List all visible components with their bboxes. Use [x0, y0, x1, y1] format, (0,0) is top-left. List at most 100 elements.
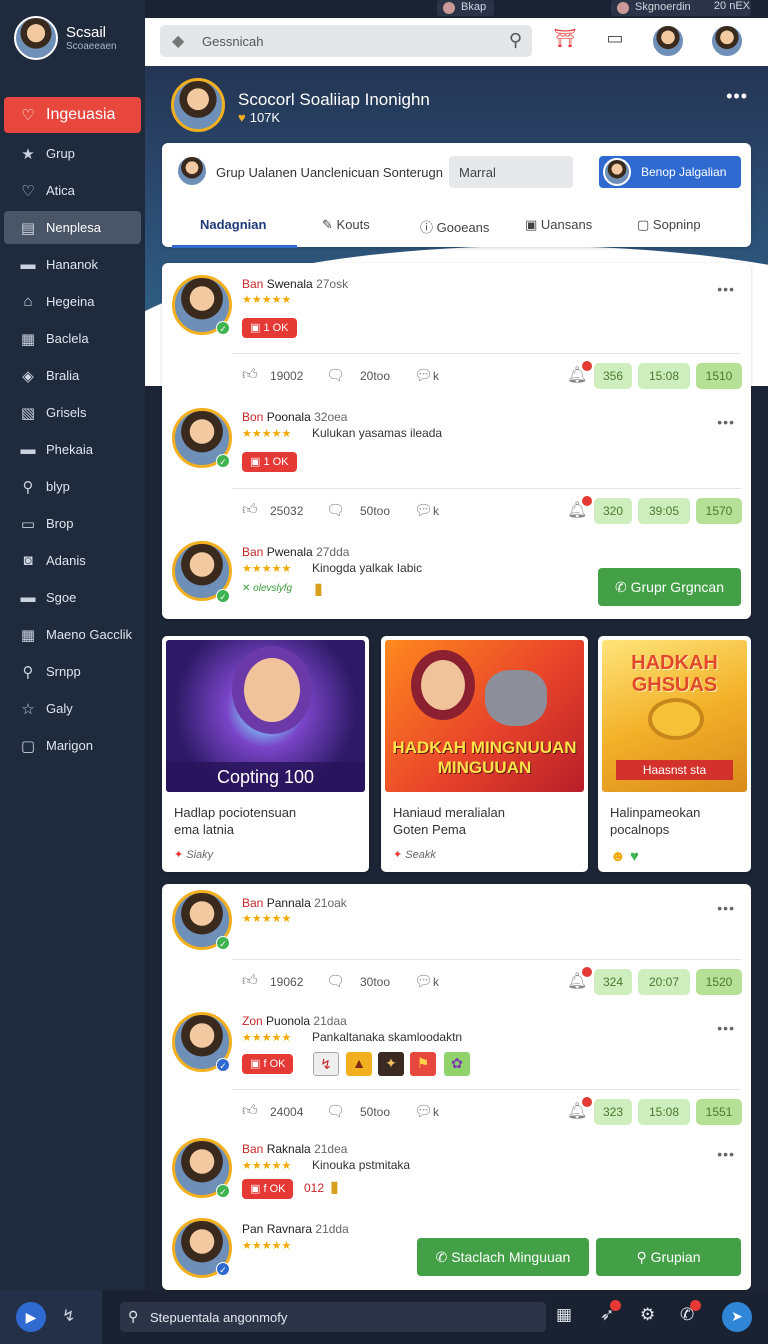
group-avatar: [171, 78, 225, 132]
bell-icon[interactable]: 🔔︎: [567, 1097, 593, 1121]
sidebar-item-15[interactable]: ⚲ Srnpp: [4, 655, 141, 688]
like-icon[interactable]: 👍︎: [242, 366, 258, 384]
tab-nadagnian[interactable]: Nadagnian: [200, 217, 266, 232]
sticker-icon[interactable]: ✿: [444, 1052, 470, 1076]
group-search-button[interactable]: ⚲ Grupian: [596, 1238, 741, 1276]
post-author[interactable]: Bon Poonala 32oea: [242, 410, 347, 424]
calendar-icon: ▣: [525, 217, 538, 232]
sidebar-item-3[interactable]: ▤ Nenplesa: [4, 211, 141, 244]
ok-badge[interactable]: f OK: [242, 1054, 294, 1074]
group-action-button[interactable]: ✆ Grupr Grgncan: [598, 568, 741, 606]
user-profile[interactable]: Scsail Scoaeeaen: [14, 16, 117, 60]
bell-icon[interactable]: 🔔︎: [567, 967, 593, 991]
verified-icon: ✓: [216, 1058, 230, 1072]
more-icon[interactable]: •••: [717, 1020, 735, 1036]
sidebar-item-7[interactable]: ◈ Bralia: [4, 359, 141, 392]
group-action-button[interactable]: ✆ Staclach Minguuan: [417, 1238, 589, 1276]
sidebar-item-1[interactable]: ★ Grup: [4, 137, 141, 170]
more-icon[interactable]: •••: [717, 414, 735, 430]
megaphone-icon[interactable]: ✆: [680, 1300, 702, 1325]
like-icon[interactable]: 👍︎: [242, 972, 258, 990]
tool-icon[interactable]: ↯: [62, 1306, 75, 1326]
sidebar-item-6[interactable]: ▦ Baclela: [4, 322, 141, 355]
sidebar-item-10[interactable]: ⚲ blyp: [4, 470, 141, 503]
sidebar-item-4[interactable]: ▬ Hananok: [4, 248, 141, 281]
sticker-icon[interactable]: ▲: [346, 1052, 372, 1076]
sidebar-item-5[interactable]: ⌂ Hegeina: [4, 285, 141, 318]
post-author[interactable]: Zon Puonola 21daa: [242, 1014, 347, 1028]
bell-icon[interactable]: 🔔︎: [567, 496, 593, 520]
share-icon[interactable]: 💬︎: [414, 501, 433, 519]
comment-icon[interactable]: 🗨︎: [326, 501, 345, 519]
sidebar-item-12[interactable]: ◙ Adanis: [4, 544, 141, 577]
like-icon[interactable]: 👍︎: [242, 501, 258, 519]
bell-icon[interactable]: 🔔︎: [567, 361, 593, 385]
grid-icon[interactable]: ▦: [556, 1305, 572, 1325]
comment-icon[interactable]: 🗨︎: [326, 972, 345, 990]
more-icon[interactable]: •••: [717, 1146, 735, 1162]
sticker-icon[interactable]: ↯: [313, 1052, 339, 1076]
post-author[interactable]: Pan Ravnara 21dda: [242, 1222, 349, 1236]
post-author[interactable]: Ban Pwenala 27dda: [242, 545, 349, 559]
author-prefix: Ban: [242, 277, 264, 291]
chat-icon: ▬: [20, 256, 36, 273]
sidebar-item-0[interactable]: ♡ Ingeuasia: [4, 97, 141, 133]
ok-badge[interactable]: f OK: [242, 1179, 294, 1199]
sidebar-item-14[interactable]: ▦ Maeno Gacclik: [4, 618, 141, 651]
search-icon[interactable]: ⚲: [509, 30, 522, 51]
avatar[interactable]: [651, 24, 685, 58]
gift-icon[interactable]: ⛩: [552, 28, 578, 54]
rocket-icon[interactable]: ➶: [600, 1300, 622, 1325]
bottom-search-input[interactable]: ⚲ Stepuentala angonmofy: [120, 1302, 546, 1332]
tile-caption: Copting 100: [166, 762, 365, 792]
window-icon[interactable]: ▭: [602, 28, 628, 54]
post-author[interactable]: Ban Raknala 21dea: [242, 1142, 347, 1156]
like-count: 25032: [270, 504, 304, 518]
more-icon[interactable]: •••: [726, 86, 748, 107]
featured-tile[interactable]: HADKAH MINGNUUAN MINGUUAN Haniaud meralia…: [381, 636, 588, 872]
sidebar-item-8[interactable]: ▧ Grisels: [4, 396, 141, 429]
join-group-button[interactable]: Benop Jalgalian: [599, 156, 741, 188]
share-icon[interactable]: 💬︎: [414, 972, 433, 990]
play-icon[interactable]: ▶: [16, 1302, 46, 1332]
like-icon[interactable]: 👍︎: [242, 1102, 258, 1120]
avatar[interactable]: [710, 24, 744, 58]
avatar: [617, 2, 629, 14]
button-label: Staclach Minguuan: [451, 1249, 571, 1265]
post-author[interactable]: Ban Pannala 21oak: [242, 896, 347, 910]
share-icon[interactable]: 💬︎: [414, 1102, 433, 1120]
sidebar-item-2[interactable]: ♡ Atica: [4, 174, 141, 207]
sticker-icon[interactable]: ✦: [378, 1052, 404, 1076]
sidebar-item-13[interactable]: ▬ Sgoe: [4, 581, 141, 614]
post-author[interactable]: Ban Swenala 27osk: [242, 277, 348, 291]
comment-icon[interactable]: 🗨︎: [326, 366, 345, 384]
sticker-icon[interactable]: ⚑: [410, 1052, 436, 1076]
tab-gooeans[interactable]: ⓘ Gooeans: [420, 217, 489, 236]
tab-sopninp[interactable]: ▢ Sopninp: [637, 217, 701, 233]
top-account-pill[interactable]: Bkap: [437, 0, 495, 16]
tab-uansans[interactable]: ▣ Uansans: [525, 217, 592, 233]
share-icon[interactable]: 💬︎: [414, 366, 433, 384]
ok-badge[interactable]: 1 OK: [242, 318, 297, 338]
post-text: Kinogda yalkak Iabic: [312, 561, 423, 575]
tab-kouts[interactable]: ✎ Kouts: [322, 217, 370, 233]
divider: [232, 353, 741, 354]
join-input[interactable]: [449, 156, 573, 188]
tile-title: Haniaud meralialan Goten Pema: [393, 804, 505, 838]
more-icon[interactable]: •••: [717, 281, 735, 297]
gear-icon[interactable]: ⚙: [640, 1305, 655, 1325]
featured-tile[interactable]: HADKAH GHSUAS Haasnst sta Halinpameokan po…: [598, 636, 751, 872]
more-icon[interactable]: •••: [717, 900, 735, 916]
verified-icon: ✓: [216, 589, 230, 603]
sidebar-item-9[interactable]: ▬ Phekaia: [4, 433, 141, 466]
send-icon[interactable]: ➤: [722, 1302, 752, 1332]
sidebar-item-16[interactable]: ☆ Galy: [4, 692, 141, 725]
comment-icon[interactable]: 🗨︎: [326, 1102, 345, 1120]
tag-text: Siaky: [186, 849, 214, 861]
sidebar-item-11[interactable]: ▭ Brop: [4, 507, 141, 540]
sidebar-item-17[interactable]: ▢ Marigon: [4, 729, 141, 762]
search-input[interactable]: ◆ Gessnicah ⚲: [160, 25, 532, 57]
ok-badge[interactable]: 1 OK: [242, 452, 297, 472]
featured-tile[interactable]: Copting 100 Hadlap pociotensuan ema latni…: [162, 636, 369, 872]
comment-count: 50too: [360, 504, 391, 518]
